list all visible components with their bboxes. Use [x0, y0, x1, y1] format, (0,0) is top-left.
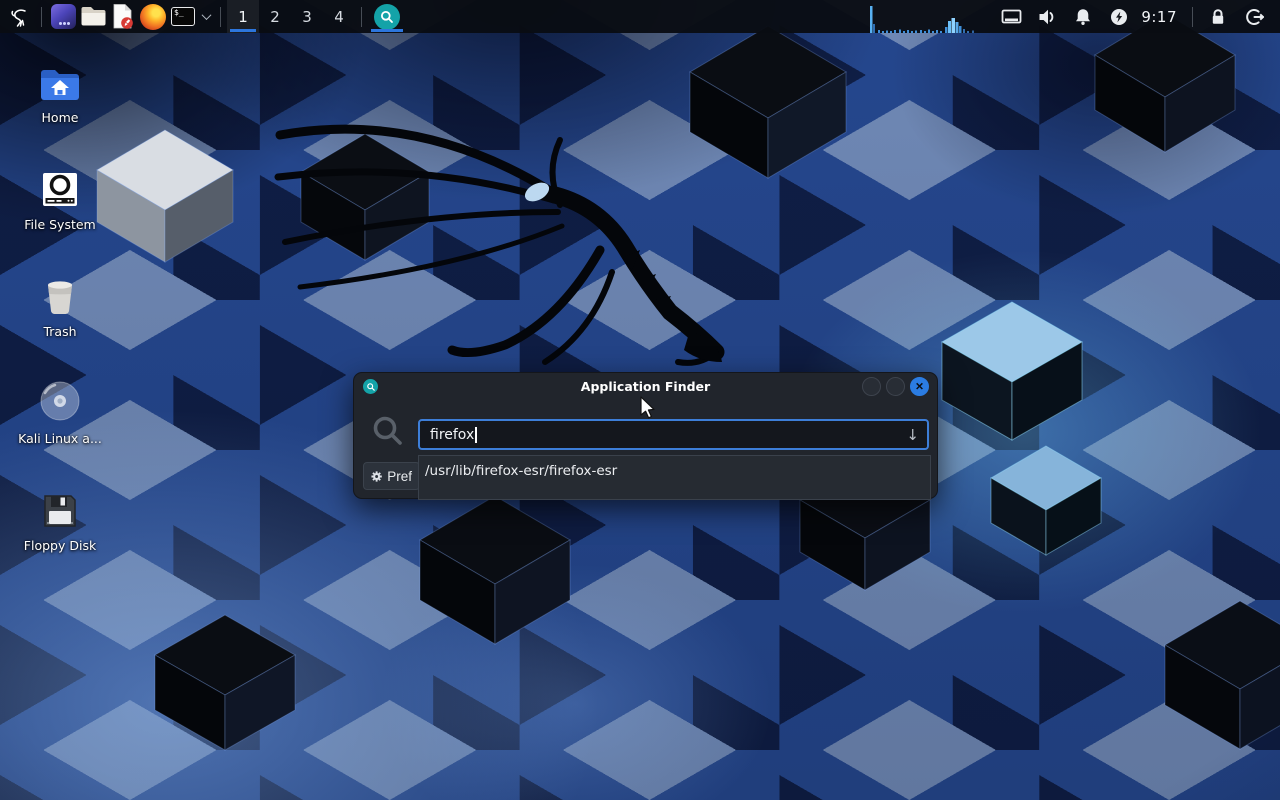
kali-dragon-icon [6, 5, 30, 29]
notifications-bell-tray-icon[interactable] [1072, 6, 1094, 28]
desktop-pager-launcher[interactable] [48, 0, 78, 33]
search-query-text: firefox [430, 427, 474, 443]
text-caret [475, 427, 477, 443]
workspace-number: 3 [302, 8, 312, 26]
glass-cube-cyan [942, 302, 1082, 440]
desktop-icon-floppy[interactable]: Floppy Disk [12, 484, 108, 553]
black-cube [420, 496, 570, 644]
application-finder-panel-button[interactable] [368, 0, 406, 33]
application-finder-window: Application Finder ✕ firefox ↓ [353, 372, 938, 499]
preferences-label: Pref [387, 469, 412, 484]
workspace-number: 4 [334, 8, 344, 26]
terminal-icon: $_ [171, 7, 195, 26]
workspace-number: 1 [238, 8, 248, 26]
workspace-button-2[interactable]: 2 [259, 0, 291, 33]
black-cube [1095, 13, 1235, 152]
desktop-icon-trash[interactable]: Trash [12, 270, 108, 339]
drive-icon [40, 163, 80, 209]
desktop-icon-label: Home [42, 110, 79, 125]
close-button[interactable]: ✕ [910, 377, 929, 396]
search-icon [374, 4, 400, 30]
lock-screen-button[interactable] [1207, 6, 1229, 28]
black-cube [1165, 601, 1280, 749]
desktop-icon-kali-cd[interactable]: Kali Linux a... [12, 377, 108, 446]
terminal-prompt-glyph: $_ [174, 9, 184, 17]
power-manager-tray-icon[interactable] [1108, 6, 1130, 28]
panel-separator [41, 7, 42, 27]
network-monitor-graph[interactable] [869, 0, 983, 33]
black-cube [155, 615, 295, 750]
document-edit-icon [111, 3, 135, 30]
desktop-icon-label: File System [24, 217, 96, 232]
desktop-icon-filesystem[interactable]: File System [12, 163, 108, 232]
applications-menu-button[interactable] [3, 2, 33, 31]
completion-popup: /usr/lib/firefox-esr/firefox-esr [418, 455, 931, 500]
firefox-launcher[interactable] [138, 0, 168, 33]
mouse-cursor [639, 396, 661, 420]
volume-tray-icon[interactable] [1036, 6, 1058, 28]
system-tray: 9:17 [869, 0, 1280, 33]
maximize-button[interactable] [886, 377, 905, 396]
display-settings-tray-icon[interactable] [1000, 6, 1022, 28]
black-cube [690, 26, 846, 178]
workspace-button-4[interactable]: 4 [323, 0, 355, 33]
clock[interactable]: 9:17 [1141, 8, 1177, 26]
desktop-icon-label: Floppy Disk [24, 538, 96, 553]
workspace-button-1[interactable]: 1 [227, 0, 259, 33]
window-icon [51, 4, 76, 29]
search-icon-large [370, 413, 406, 453]
panel-separator [361, 7, 362, 27]
desktop-icon-label: Trash [43, 324, 76, 339]
firefox-icon [140, 4, 166, 30]
desktop-icon-home[interactable]: Home [12, 56, 108, 125]
desktop-icon-label: Kali Linux a... [18, 431, 102, 446]
dropdown-arrow-icon[interactable]: ↓ [906, 421, 919, 448]
file-manager-launcher[interactable] [78, 0, 108, 33]
active-workspace-underline [230, 29, 256, 32]
text-editor-launcher[interactable] [108, 0, 138, 33]
gear-icon [371, 470, 382, 483]
glass-cube [97, 130, 233, 262]
trash-bin-icon [40, 270, 80, 316]
preferences-button[interactable]: Pref [363, 462, 420, 490]
folder-icon [80, 5, 107, 28]
active-underline [371, 29, 403, 32]
logout-button[interactable] [1243, 6, 1265, 28]
completion-result-item[interactable]: /usr/lib/firefox-esr/firefox-esr [419, 456, 930, 479]
workspace-button-3[interactable]: 3 [291, 0, 323, 33]
home-folder-icon [39, 56, 81, 102]
launcher-dropdown-button[interactable] [198, 0, 214, 33]
black-cube [301, 134, 429, 260]
floppy-disk-icon [41, 484, 79, 530]
glass-cube-cyan [991, 446, 1101, 555]
finder-window-icon [363, 379, 378, 394]
window-title: Application Finder [354, 379, 937, 394]
workspace-number: 2 [270, 8, 280, 26]
panel-separator [1192, 7, 1193, 27]
search-input[interactable]: firefox ↓ [418, 419, 929, 450]
close-icon: ✕ [915, 381, 924, 393]
panel-separator [220, 7, 221, 27]
top-panel: $_ 1 2 3 4 [0, 0, 1280, 33]
terminal-launcher[interactable]: $_ [168, 0, 198, 33]
chevron-down-icon [201, 10, 211, 20]
cd-disc-icon [38, 377, 82, 423]
minimize-button[interactable] [862, 377, 881, 396]
